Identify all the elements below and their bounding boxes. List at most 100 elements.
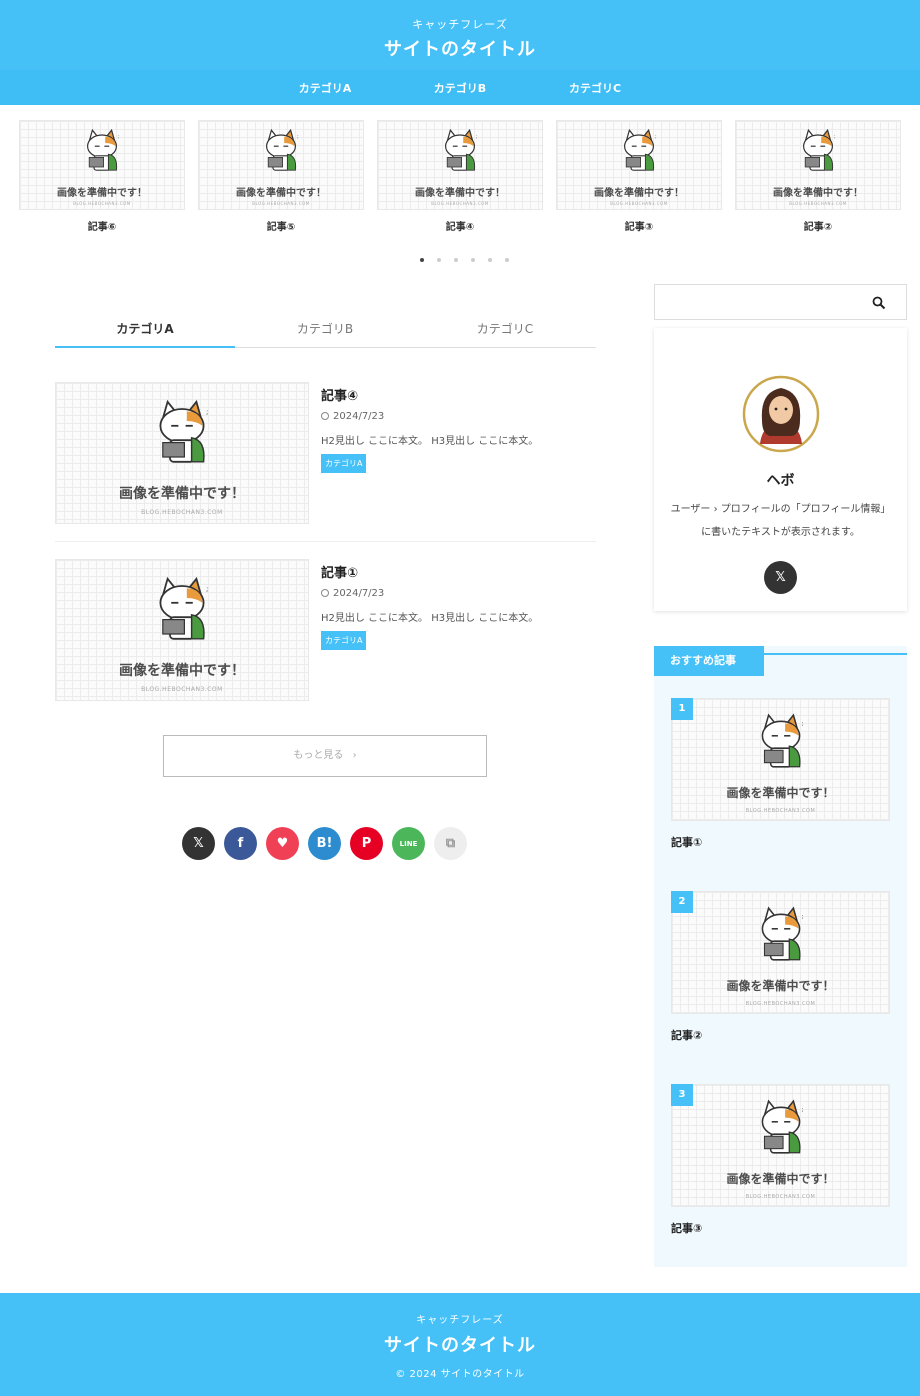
search-icon[interactable] [872, 296, 886, 310]
clock-icon [321, 589, 329, 597]
post-thumbnail[interactable]: ; 画像を準備中です！ BLOG.HEBOCHAN3.COM [55, 382, 309, 524]
facebook-share-button[interactable]: f [224, 827, 257, 860]
more-button[interactable]: もっと見る › [163, 735, 487, 777]
placeholder-url: BLOG.HEBOCHAN3.COM [141, 686, 223, 693]
site-title[interactable]: サイトのタイトル [0, 35, 920, 61]
post-date: 2024/7/23 [321, 588, 384, 599]
copyright: © 2024 サイトのタイトル [395, 1369, 525, 1380]
slider-dot[interactable] [488, 258, 492, 262]
svg-text:;: ; [801, 1106, 803, 1113]
reco-title[interactable]: 記事① [671, 834, 702, 850]
nav-item-category-c[interactable]: カテゴリC [545, 80, 645, 96]
slide-title[interactable]: 記事⑥ [19, 218, 185, 233]
slider-dot[interactable] [420, 258, 424, 262]
pinterest-share-button[interactable]: P [350, 827, 383, 860]
cat-illustration-icon: ; [761, 1099, 803, 1154]
svg-text:;: ; [834, 135, 836, 140]
facebook-icon: f [237, 836, 244, 851]
slide-title[interactable]: 記事② [735, 218, 901, 233]
placeholder-url: BLOG.HEBOCHAN3.COM [252, 201, 310, 206]
reco-title[interactable]: 記事② [671, 1027, 702, 1043]
slide-thumbnail[interactable]: ; 画像を準備中です！ BLOG.HEBOCHAN3.COM [198, 120, 364, 210]
pinterest-icon: P [361, 836, 372, 851]
placeholder-url: BLOG.HEBOCHAN3.COM [141, 509, 223, 516]
tab-category-c[interactable]: カテゴリC [415, 320, 595, 337]
post-excerpt: H2見出し ここに本文。 H3見出し ここに本文。 [321, 613, 539, 624]
search-input[interactable] [654, 284, 907, 320]
slide-title[interactable]: 記事③ [556, 218, 722, 233]
slide-title[interactable]: 記事⑤ [198, 218, 364, 233]
placeholder-text: 画像を準備中です！ [119, 663, 245, 679]
profile-description: ユーザー › プロフィールの「プロフィール情報」に書いたテキストが表示されます。 [670, 504, 891, 538]
recommended-widget: おすすめ記事 ; 画像を準備中です！ BLOG.HEBOCHAN3.COM 1 記事… [654, 646, 907, 1267]
placeholder-text: 画像を準備中です！ [119, 486, 245, 502]
placeholder-url: BLOG.HEBOCHAN3.COM [73, 201, 131, 206]
rank-badge: 3 [671, 1084, 693, 1106]
category-badge[interactable]: カテゴリA [321, 454, 367, 473]
placeholder-text: 画像を準備中です！ [726, 786, 835, 800]
cat-illustration-icon: ; [266, 128, 299, 171]
x-share-button[interactable]: 𝕏 [182, 827, 215, 860]
slide-thumbnail[interactable]: ; 画像を準備中です！ BLOG.HEBOCHAN3.COM [377, 120, 543, 210]
reco-thumbnail[interactable]: ; 画像を準備中です！ BLOG.HEBOCHAN3.COM [671, 1084, 890, 1207]
svg-text:;: ; [476, 135, 478, 140]
svg-text:;: ; [801, 720, 803, 727]
slider-dot[interactable] [505, 258, 509, 262]
rank-badge: 1 [671, 698, 693, 720]
placeholder-url: BLOG.HEBOCHAN3.COM [745, 1194, 816, 1200]
site-header: キャッチフレーズ サイトのタイトル カテゴリA カテゴリB カテゴリC [0, 0, 920, 105]
slider-dot[interactable] [471, 258, 475, 262]
pocket-share-button[interactable]: ♥ [266, 827, 299, 860]
hatena-bookmark-share-button[interactable]: B! [308, 827, 341, 860]
chevron-right-icon: › [352, 750, 357, 761]
placeholder-url: BLOG.HEBOCHAN3.COM [745, 1001, 816, 1007]
reco-thumbnail[interactable]: ; 画像を準備中です！ BLOG.HEBOCHAN3.COM [671, 698, 890, 821]
copy-share-button[interactable]: ⧉ [434, 827, 467, 860]
x-profile-button[interactable]: 𝕏 [764, 561, 797, 594]
nav-item-category-a[interactable]: カテゴリA [275, 80, 375, 96]
svg-text:;: ; [206, 407, 208, 416]
clock-icon [321, 412, 329, 420]
placeholder-url: BLOG.HEBOCHAN3.COM [610, 201, 668, 206]
rank-badge: 2 [671, 891, 693, 913]
profile-widget: ヘボ ユーザー › プロフィールの「プロフィール情報」に書いたテキストが表示され… [654, 328, 907, 611]
cat-illustration-icon: ; [87, 128, 120, 171]
category-badge[interactable]: カテゴリA [321, 631, 367, 650]
post-excerpt: H2見出し ここに本文。 H3見出し ここに本文。 [321, 436, 539, 447]
global-nav: カテゴリA カテゴリB カテゴリC [0, 70, 920, 105]
post-thumbnail[interactable]: ; 画像を準備中です！ BLOG.HEBOCHAN3.COM [55, 559, 309, 701]
cat-illustration-icon: ; [761, 906, 803, 961]
hatena-bookmark-icon: B! [316, 836, 333, 851]
slide-title[interactable]: 記事④ [377, 218, 543, 233]
footer-site-title[interactable]: サイトのタイトル [0, 1331, 920, 1357]
x-icon: 𝕏 [775, 570, 786, 585]
placeholder-text: 画像を準備中です！ [773, 188, 863, 199]
placeholder-text: 画像を準備中です！ [415, 188, 505, 199]
more-button-label: もっと見る [293, 750, 344, 761]
nav-item-category-b[interactable]: カテゴリB [410, 80, 510, 96]
reco-thumbnail[interactable]: ; 画像を準備中です！ BLOG.HEBOCHAN3.COM [671, 891, 890, 1014]
site-footer: キャッチフレーズ サイトのタイトル © 2024 サイトのタイトル [0, 1293, 920, 1396]
reco-title[interactable]: 記事③ [671, 1220, 702, 1236]
slide-thumbnail[interactable]: ; 画像を準備中です！ BLOG.HEBOCHAN3.COM [19, 120, 185, 210]
cat-illustration-icon: ; [159, 399, 208, 463]
footer-catchphrase: キャッチフレーズ [416, 1315, 504, 1326]
slide-thumbnail[interactable]: ; 画像を準備中です！ BLOG.HEBOCHAN3.COM [735, 120, 901, 210]
avatar [742, 375, 820, 453]
svg-text:;: ; [206, 584, 208, 593]
slide-thumbnail[interactable]: ; 画像を準備中です！ BLOG.HEBOCHAN3.COM [556, 120, 722, 210]
post-date-text: 2024/7/23 [333, 588, 385, 599]
svg-text:;: ; [801, 913, 803, 920]
line-share-button[interactable]: LINE [392, 827, 425, 860]
cat-illustration-icon: ; [761, 713, 803, 768]
header-catchphrase: キャッチフレーズ [412, 18, 508, 31]
placeholder-text: 画像を準備中です！ [236, 188, 326, 199]
cat-illustration-icon: ; [624, 128, 657, 171]
slider-dot[interactable] [437, 258, 441, 262]
post-title[interactable]: 記事① [321, 562, 358, 581]
tab-category-b[interactable]: カテゴリB [235, 320, 415, 337]
slider-dot[interactable] [454, 258, 458, 262]
post-title[interactable]: 記事④ [321, 385, 358, 404]
placeholder-text: 画像を準備中です！ [57, 188, 147, 199]
tab-category-a[interactable]: カテゴリA [55, 320, 235, 337]
